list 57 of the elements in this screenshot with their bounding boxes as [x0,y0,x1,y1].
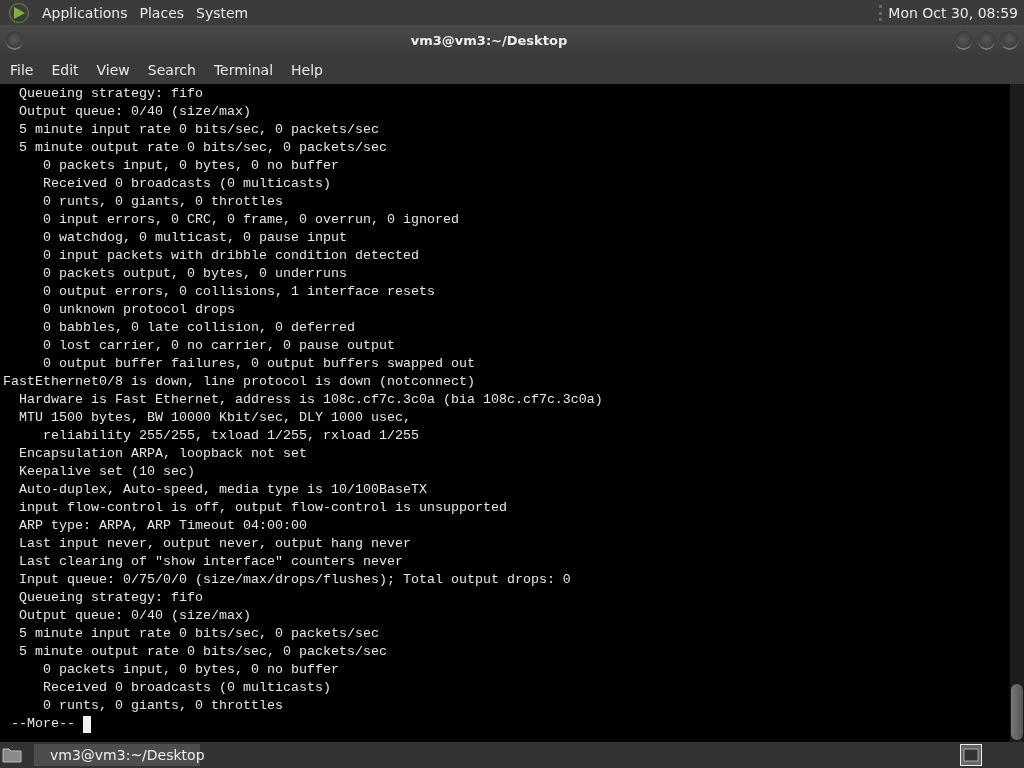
terminal-line: 0 runts, 0 giants, 0 throttles [42,697,284,715]
terminal-line: 5 minute output rate 0 bits/sec, 0 packets/sec [18,139,388,157]
terminal-line: Received 0 broadcasts (0 multicasts) [42,175,332,193]
window-title: vm3@vm3:~/Desktop [409,33,569,48]
terminal-line: 5 minute input rate 0 bits/sec, 0 packets/sec [18,121,380,139]
terminal-line: Output queue: 0/40 (size/max) [18,607,252,625]
menu-item[interactable]: Search [138,62,205,78]
panel-menu[interactable]: System [196,4,249,21]
terminal-line: Keepalive set (10 sec) [18,463,196,481]
menu-item[interactable]: Help [282,62,332,78]
terminal-line: 0 lost carrier, 0 no carrier, 0 pause output [42,337,396,355]
menu-item[interactable]: View [87,62,139,78]
terminal-line: 0 packets input, 0 bytes, 0 no buffer [42,157,340,175]
scrollbar[interactable] [1010,84,1024,742]
terminal-line: Output queue: 0/40 (size/max) [18,103,252,121]
close-button[interactable] [1001,31,1018,50]
terminal-line: 0 input errors, 0 CRC, 0 frame, 0 overrun, 0 ignored [42,211,460,229]
terminal-line: 0 input packets with dribble condition detected [42,247,420,265]
folder-icon[interactable] [2,747,22,763]
terminal-line: Hardware is Fast Ethernet, address is 108c.cf7c.3c0a (bia 108c.cf7c.3c0a) [18,391,604,409]
terminal-line: reliability 255/255, txload 1/255, rxload 1/255 [42,427,420,445]
terminal-line: 5 minute input rate 0 bits/sec, 0 packets/sec [18,625,380,643]
terminal-line: input flow-control is off, output flow-control is unsupported [18,499,508,517]
terminal-line: 0 watchdog, 0 multicast, 0 pause input [42,229,348,247]
more-prompt: --More-- [10,715,76,733]
clock[interactable]: Mon Oct 30, 08:59 [879,4,1024,21]
window-menu-button[interactable] [6,31,23,50]
terminal-line: ARP type: ARPA, ARP Timeout 04:00:00 [18,517,308,535]
terminal-line: Encapsulation ARPA, loopback not set [18,445,308,463]
terminal-line: Queueing strategy: fifo [18,85,204,103]
terminal-line: Queueing strategy: fifo [18,589,204,607]
minimize-button[interactable] [955,31,972,50]
panel-menu[interactable]: Applications [42,4,128,21]
scrollbar-thumb[interactable] [1011,684,1023,740]
workspace-switcher-icon[interactable] [960,744,982,766]
terminal-line: FastEthernet0/8 is down, line protocol is down (notconnect) [3,373,476,391]
panel-menu[interactable]: Places [139,4,185,21]
terminal-line: 0 unknown protocol drops [42,301,236,319]
maximize-button[interactable] [978,31,995,50]
menu-item[interactable]: File [1,62,43,78]
terminal-line: 0 output errors, 0 collisions, 1 interface resets [42,283,436,301]
terminal-line: 0 packets output, 0 bytes, 0 underruns [42,265,348,283]
terminal-line: 0 packets input, 0 bytes, 0 no buffer [42,661,340,679]
terminal-line: Input queue: 0/75/0/0 (size/max/drops/flushes); Total output drops: 0 [18,571,572,589]
terminal-line: MTU 1500 bytes, BW 10000 Kbit/sec, DLY 1000 usec, [18,409,412,427]
menu-item[interactable]: Edit [42,62,88,78]
terminal-line: Last clearing of "show interface" counters never [18,553,404,571]
terminal-line: 5 minute output rate 0 bits/sec, 0 packets/sec [18,643,388,661]
terminal-line: Received 0 broadcasts (0 multicasts) [42,679,332,697]
play-logo-icon[interactable] [8,1,30,24]
terminal-line: Auto-duplex, Auto-speed, media type is 10/100BaseTX [18,481,428,499]
terminal-line: 0 babbles, 0 late collision, 0 deferred [42,319,356,337]
terminal-line: Last input never, output never, output hang never [18,535,412,553]
terminal-line: 0 output buffer failures, 0 output buffers swapped out [42,355,476,373]
terminal-line: 0 runts, 0 giants, 0 throttles [42,193,284,211]
text-cursor [83,715,91,733]
menu-item[interactable]: Terminal [204,62,283,78]
